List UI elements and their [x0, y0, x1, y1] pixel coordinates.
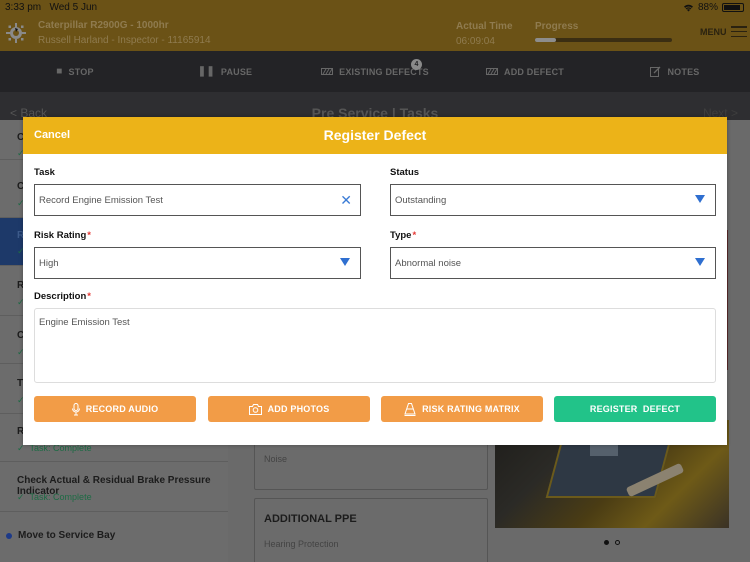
battery-percent: 88% — [697, 2, 718, 13]
type-select[interactable]: Abnormal noise — [390, 247, 716, 279]
gear-logo-icon — [6, 23, 26, 43]
stop-button[interactable]: ■ STOP — [0, 51, 150, 92]
required-marker: * — [87, 230, 91, 241]
task-label: Task — [34, 167, 55, 178]
menu-label: MENU — [700, 26, 727, 37]
status-time: 3:33 pm Wed 5 Jun — [5, 2, 98, 13]
add-defect-label: ADD DEFECT — [504, 66, 564, 77]
register-defect-modal: Cancel Register Defect Task Record Engin… — [23, 117, 727, 445]
add-photos-button[interactable]: ADD PHOTOS — [208, 396, 370, 422]
app-header: Caterpillar R2900G - 1000hr Russell Harl… — [0, 16, 750, 51]
type-value: Abnormal noise — [395, 258, 462, 269]
description-value: Engine Emission Test — [39, 317, 130, 328]
pager-dot-active[interactable] — [604, 540, 609, 545]
pause-icon: ❚❚ — [197, 66, 215, 77]
nav-bar: < Back Pre Service | Tasks Next > — [0, 92, 750, 121]
task-item[interactable]: Check Actual & Residual Brake Pressure I… — [0, 462, 228, 512]
progress-bar — [535, 38, 672, 42]
record-audio-button[interactable]: RECORD AUDIO — [34, 396, 196, 422]
status-select[interactable]: Outstanding — [390, 184, 716, 216]
battery-icon — [722, 3, 744, 12]
wifi-icon — [683, 4, 693, 12]
add-defect-button[interactable]: ADD DEFECT — [450, 51, 600, 92]
description-textarea[interactable]: Engine Emission Test — [34, 308, 716, 383]
barrier-icon — [321, 68, 334, 75]
ppe-title: ADDITIONAL PPE — [264, 513, 357, 525]
progress-label: Progress — [535, 21, 579, 32]
action-toolbar: ■ STOP ❚❚ PAUSE EXISTING DEFECTS 4 ADD D… — [0, 51, 750, 92]
description-label: Description* — [34, 291, 91, 302]
ppe-card: ADDITIONAL PPE Hearing Protection — [254, 498, 488, 562]
stop-icon: ■ — [56, 66, 63, 77]
move-to-service-bay-item[interactable]: Move to Service Bay — [6, 530, 115, 541]
machine-title: Caterpillar R2900G - 1000hr — [38, 20, 169, 31]
pause-button[interactable]: ❚❚ PAUSE — [150, 51, 300, 92]
menu-button[interactable]: MENU — [700, 26, 747, 37]
dropdown-arrow-icon — [340, 258, 350, 266]
clear-icon[interactable]: ✕ — [340, 192, 352, 209]
risk-rating-label: Risk Rating* — [34, 230, 91, 241]
hamburger-icon — [730, 26, 747, 37]
microphone-icon — [71, 402, 80, 415]
status-bar: 3:33 pm Wed 5 Jun 88% — [0, 0, 750, 16]
status-label: Status — [390, 167, 420, 178]
dropdown-arrow-icon — [695, 258, 705, 266]
chevron-right-icon: > — [730, 106, 738, 120]
inspector-info: Russell Harland - Inspector - 11165914 — [38, 35, 211, 46]
battery-fill — [724, 5, 740, 10]
defects-count-badge: 4 — [411, 59, 422, 70]
modal-header: Cancel Register Defect — [23, 117, 727, 154]
task-value: Record Engine Emission Test — [39, 195, 163, 206]
pause-label: PAUSE — [220, 66, 253, 77]
existing-defects-button[interactable]: EXISTING DEFECTS 4 — [300, 51, 450, 92]
risk-rating-select[interactable]: High — [34, 247, 361, 279]
risk-rating-matrix-button[interactable]: RISK RATING MATRIX — [381, 396, 543, 422]
status-dot-icon — [6, 532, 12, 539]
register-defect-button[interactable]: REGISTER DEFECT — [554, 396, 716, 422]
required-marker: * — [412, 230, 417, 241]
stop-label: STOP — [68, 66, 94, 77]
status-value: Outstanding — [395, 195, 447, 206]
traffic-cone-icon — [404, 402, 416, 416]
camera-icon — [248, 403, 262, 415]
hazard-value: Noise — [264, 454, 288, 464]
check-icon: ✓ — [17, 492, 25, 502]
dropdown-arrow-icon — [695, 195, 705, 203]
notes-label: NOTES — [667, 66, 700, 77]
notes-button[interactable]: NOTES — [600, 51, 750, 92]
risk-rating-value: High — [39, 258, 59, 269]
ppe-value: Hearing Protection — [264, 539, 339, 549]
actual-time-label: Actual Time — [456, 21, 513, 32]
task-field[interactable]: Record Engine Emission Test ✕ — [34, 184, 361, 216]
type-label: Type* — [390, 230, 417, 241]
pager-dot[interactable] — [615, 540, 620, 545]
required-marker: * — [87, 291, 91, 302]
progress-fill — [535, 38, 556, 42]
barrier-icon — [486, 68, 498, 75]
modal-title: Register Defect — [323, 127, 427, 143]
actual-time-value: 06:09:04 — [456, 36, 495, 47]
edit-note-icon — [650, 66, 661, 77]
